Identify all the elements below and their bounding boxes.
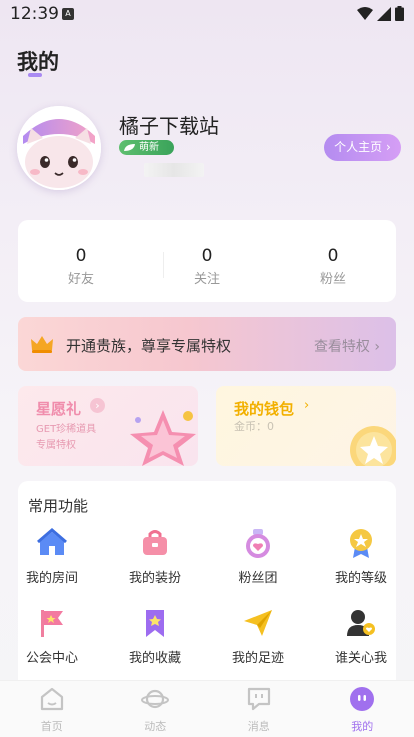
crown-icon <box>31 336 53 353</box>
chevron-right-icon: › <box>90 398 105 413</box>
stat-label: 粉丝 <box>319 272 346 287</box>
nav-label: 首页 <box>40 720 63 733</box>
page-title: 我的 <box>17 50 59 74</box>
stat-label: 好友 <box>67 272 94 287</box>
func-label: 粉丝团 <box>238 571 278 586</box>
tab-feed[interactable]: 动态 <box>104 681 208 737</box>
battery-icon <box>395 6 404 21</box>
func-label: 我的足迹 <box>231 651 284 666</box>
functions-card: 常用功能 我的房间 我的装扮 粉丝团 我的等级 公会中心 我的收藏 我的足迹 谁… <box>18 481 396 681</box>
func-label: 我的房间 <box>25 571 78 586</box>
wallet-title: 我的钱包 <box>234 400 295 418</box>
stat-fans[interactable]: 0 粉丝 <box>270 220 396 302</box>
status-bar: 12:39 A <box>0 0 414 30</box>
stat-value: 0 <box>327 246 339 266</box>
chevron-right-icon: › <box>304 398 310 413</box>
level-badge-label: 萌新 <box>139 142 159 153</box>
star-gift-icon <box>130 410 196 466</box>
func-label: 我的收藏 <box>128 651 181 666</box>
func-label: 我的装扮 <box>128 571 181 586</box>
chat-icon <box>247 687 270 711</box>
vip-banner[interactable]: 开通贵族，尊享专属特权 查看特权 › <box>18 317 396 371</box>
leaf-icon <box>124 144 135 151</box>
func-label: 公会中心 <box>25 651 78 666</box>
medal-icon <box>350 529 372 558</box>
stats-card: 0 好友 0 关注 0 粉丝 <box>18 220 396 302</box>
vip-link[interactable]: 查看特权 › <box>314 336 380 356</box>
bag-icon <box>143 530 167 555</box>
me-icon <box>350 687 375 711</box>
func-my-footprints[interactable]: 我的足迹 <box>213 607 303 666</box>
wallet-card[interactable]: 我的钱包 › 金币：0 <box>216 386 396 466</box>
user-heart-icon <box>347 610 375 636</box>
wish-subtitle: 专属特权 <box>36 440 76 451</box>
tab-messages[interactable]: 消息 <box>207 681 311 737</box>
chevron-right-icon: › <box>374 339 380 355</box>
vip-text: 开通贵族，尊享专属特权 <box>66 337 232 355</box>
flag-icon <box>41 610 63 637</box>
wish-gift-card[interactable]: 星愿礼 › GET珍稀道具 专属特权 <box>18 386 198 466</box>
func-my-level[interactable]: 我的等级 <box>316 527 406 586</box>
func-my-outfit[interactable]: 我的装扮 <box>110 527 200 586</box>
user-id-masked <box>144 163 204 177</box>
func-guild-center[interactable]: 公会中心 <box>7 607 97 666</box>
bookmark-icon <box>146 610 164 637</box>
profile-home-button-label: 个人主页 <box>334 140 383 154</box>
wish-subtitle: GET珍稀道具 <box>36 424 97 435</box>
house-icon <box>37 528 67 555</box>
signal-icon <box>377 6 391 21</box>
profile-home-button[interactable]: 个人主页 › <box>324 134 401 161</box>
username: 橘子下载站 <box>119 114 219 138</box>
planet-icon <box>141 689 170 709</box>
func-label: 我的等级 <box>334 571 387 586</box>
stat-value: 0 <box>201 246 213 266</box>
coin-icon <box>350 426 396 466</box>
functions-title: 常用功能 <box>28 497 89 515</box>
vip-link-label: 查看特权 <box>313 339 370 355</box>
nav-label: 消息 <box>247 720 270 733</box>
notification-icon: A <box>62 8 74 20</box>
avatar[interactable] <box>17 106 101 190</box>
wifi-icon <box>357 6 373 20</box>
title-underline <box>28 73 42 77</box>
func-fan-club[interactable]: 粉丝团 <box>213 527 303 586</box>
tab-home[interactable]: 首页 <box>0 681 104 737</box>
home-icon <box>40 687 63 711</box>
stat-following[interactable]: 0 关注 <box>144 220 270 302</box>
wish-title: 星愿礼 <box>36 400 82 418</box>
status-icons <box>357 6 404 21</box>
cat-avatar-icon <box>17 106 101 190</box>
stat-friends[interactable]: 0 好友 <box>18 220 144 302</box>
bottom-nav: 首页 动态 消息 我的 <box>0 680 414 737</box>
status-time: 12:39 <box>10 4 59 24</box>
chevron-right-icon: › <box>386 140 391 154</box>
nav-label: 动态 <box>144 720 167 733</box>
func-my-favorites[interactable]: 我的收藏 <box>110 607 200 666</box>
func-label: 谁关心我 <box>334 651 387 666</box>
func-who-cares[interactable]: 谁关心我 <box>316 607 406 666</box>
fan-badge-icon <box>246 529 270 558</box>
tab-me[interactable]: 我的 <box>311 681 414 737</box>
nav-label: 我的 <box>351 720 374 733</box>
stat-value: 0 <box>75 246 87 266</box>
wallet-coins: 金币：0 <box>234 420 274 433</box>
paper-plane-icon <box>244 610 272 636</box>
level-badge: 萌新 <box>119 140 174 155</box>
stat-label: 关注 <box>193 272 220 287</box>
func-my-room[interactable]: 我的房间 <box>7 527 97 586</box>
